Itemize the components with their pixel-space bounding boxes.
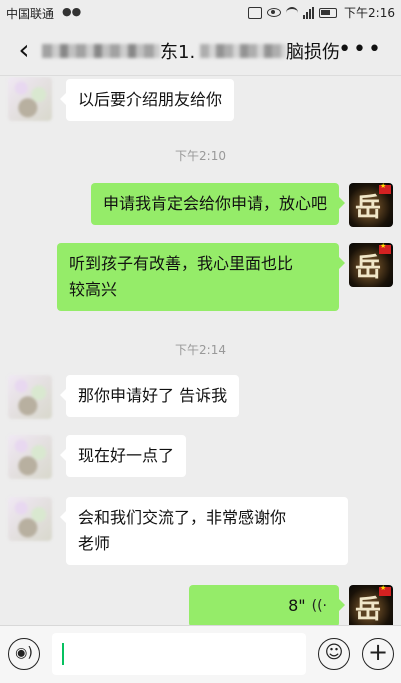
carrier-name: 中国联通 xyxy=(6,7,55,21)
wechat-notification-icon: ●● xyxy=(62,5,82,18)
plus-icon[interactable]: + xyxy=(362,638,394,670)
chat-header: ‹ 东1. 脑损伤 ••• xyxy=(0,24,401,76)
voice-wave-icon: ((· xyxy=(311,598,327,614)
eye-comfort-icon xyxy=(267,8,282,17)
avatar-glyph: 岳 xyxy=(355,253,382,283)
chat-title-part-b: 脑损伤 xyxy=(286,42,340,63)
message-text-line: 较高兴 xyxy=(69,280,118,299)
contact-avatar[interactable] xyxy=(8,375,52,419)
contact-avatar[interactable] xyxy=(8,497,52,541)
status-icons: 下午2:16 xyxy=(248,4,395,21)
message-bubble-outgoing[interactable]: 听到孩子有改善，我心里面也比 较高兴 xyxy=(57,243,345,311)
flag-icon xyxy=(379,183,391,194)
message-bubble-outgoing[interactable]: 申请我肯定会给你申请，放心吧 xyxy=(90,183,346,225)
avatar-glyph: 岳 xyxy=(355,595,382,625)
chat-title-part-a: 东1. xyxy=(160,42,196,63)
battery-icon xyxy=(319,7,338,18)
avatar-glyph: 岳 xyxy=(355,193,382,223)
redacted-title-part xyxy=(200,44,286,58)
chat-input-bar: ◉) ☺ + xyxy=(0,625,401,683)
my-avatar[interactable]: 岳 xyxy=(349,243,393,287)
message-text-line: 会和我们交流了，非常感谢你 xyxy=(78,508,287,527)
message-bubble-incoming[interactable]: 那你申请好了 告诉我 xyxy=(59,375,240,417)
status-bar: 中国联通 ●● 下午2:16 xyxy=(0,0,401,24)
message-bubble-incoming[interactable]: 现在好一点了 xyxy=(59,435,187,477)
message-bubble-incoming[interactable]: 以后要介绍朋友给你 xyxy=(59,79,235,121)
vibrate-icon xyxy=(248,6,263,19)
text-cursor xyxy=(62,643,64,665)
wifi-icon xyxy=(286,6,299,19)
contact-avatar[interactable] xyxy=(8,77,52,121)
status-time: 下午2:16 xyxy=(344,6,395,20)
flag-icon xyxy=(379,585,391,596)
message-text: 那你申请好了 告诉我 xyxy=(78,386,228,405)
timestamp: 下午2:14 xyxy=(175,343,226,357)
more-icon[interactable]: ••• xyxy=(338,39,383,61)
voice-message-bubble[interactable]: 8" ((· xyxy=(189,585,345,625)
message-text: 申请我肯定会给你申请，放心吧 xyxy=(102,194,327,213)
message-text: 现在好一点了 xyxy=(78,446,175,465)
voice-duration: 8" xyxy=(288,596,306,615)
message-input[interactable] xyxy=(52,633,306,675)
redacted-title-part xyxy=(42,44,160,58)
message-text-line: 听到孩子有改善，我心里面也比 xyxy=(69,254,294,273)
message-bubble-incoming[interactable]: 会和我们交流了，非常感谢你 老师 xyxy=(60,497,348,565)
chat-message-list[interactable]: 以后要介绍朋友给你 下午2:10 岳 申请我肯定会给你申请，放心吧 岳 听到孩子… xyxy=(0,77,401,625)
emoji-icon[interactable]: ☺ xyxy=(318,638,350,670)
timestamp: 下午2:10 xyxy=(175,149,226,163)
signal-icon xyxy=(303,6,315,19)
my-avatar[interactable]: 岳 xyxy=(349,183,393,227)
my-avatar[interactable]: 岳 xyxy=(349,585,393,625)
chevron-left-icon[interactable]: ‹ xyxy=(8,32,40,68)
flag-icon xyxy=(379,243,391,254)
message-text-line: 老师 xyxy=(78,534,111,553)
contact-avatar[interactable] xyxy=(8,435,52,479)
message-text: 以后要介绍朋友给你 xyxy=(78,90,223,109)
voice-mode-icon[interactable]: ◉) xyxy=(8,638,40,670)
